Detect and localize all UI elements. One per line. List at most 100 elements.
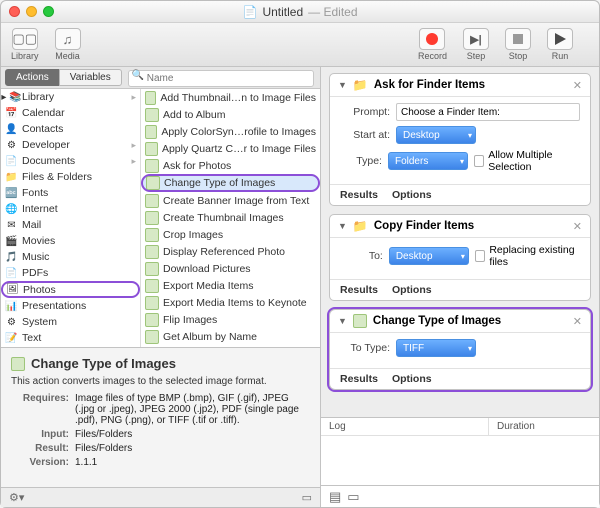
log-column-header[interactable]: Log bbox=[321, 418, 489, 435]
to-type-select[interactable]: TIFF▾ bbox=[396, 339, 476, 357]
category-item[interactable]: 📊Presentations bbox=[1, 298, 140, 314]
action-icon bbox=[145, 228, 159, 242]
category-icon: 🌐 bbox=[5, 203, 18, 216]
options-tab[interactable]: Options bbox=[392, 373, 432, 385]
to-select[interactable]: Desktop▾ bbox=[389, 247, 469, 265]
close-icon[interactable]: ✕ bbox=[573, 220, 582, 233]
hide-preview-button[interactable]: ▭ bbox=[302, 491, 312, 504]
category-icon: 📄 bbox=[5, 267, 18, 280]
finder-icon: 📁 bbox=[353, 78, 368, 92]
close-icon[interactable]: ✕ bbox=[573, 315, 582, 328]
category-item[interactable]: 📄PDFs bbox=[1, 265, 140, 281]
disclosure-icon[interactable]: ▼ bbox=[338, 80, 347, 90]
close-icon[interactable]: ✕ bbox=[573, 79, 582, 92]
chevron-right-icon: ▸ bbox=[131, 140, 136, 151]
run-button[interactable]: Run bbox=[547, 28, 573, 61]
step-button[interactable]: ▶| Step bbox=[463, 28, 489, 61]
view-mode-button-2[interactable]: ▭ bbox=[347, 489, 359, 505]
category-item[interactable]: 📅Calendar bbox=[1, 105, 140, 121]
gear-menu[interactable]: ⚙︎▾ bbox=[9, 491, 24, 504]
action-item[interactable]: Create Banner Image from Text bbox=[141, 192, 320, 209]
category-icon: ▸ 📚 bbox=[5, 91, 18, 104]
chevron-down-icon: ▾ bbox=[468, 344, 472, 353]
action-item[interactable]: Crop Images bbox=[141, 226, 320, 243]
results-tab[interactable]: Results bbox=[340, 189, 378, 201]
duration-column-header[interactable]: Duration bbox=[489, 418, 599, 435]
document-icon: 📄 bbox=[243, 5, 258, 19]
preview-action-icon bbox=[353, 314, 367, 328]
search-input[interactable] bbox=[128, 70, 314, 87]
preview-title: Change Type of Images bbox=[31, 356, 176, 371]
results-tab[interactable]: Results bbox=[340, 284, 378, 296]
action-item[interactable]: Export Media Items bbox=[141, 277, 320, 294]
action-item[interactable]: Create Thumbnail Images bbox=[141, 209, 320, 226]
category-item[interactable]: 🖼Photos bbox=[1, 281, 140, 298]
action-icon bbox=[145, 125, 157, 139]
options-tab[interactable]: Options bbox=[392, 189, 432, 201]
library-button[interactable]: ▢▢ Library bbox=[11, 28, 39, 61]
action-icon bbox=[145, 245, 159, 259]
category-item[interactable]: ⚙︎System bbox=[1, 314, 140, 330]
category-item[interactable]: 🔤Fonts bbox=[1, 185, 140, 201]
action-item[interactable]: Change Type of Images bbox=[141, 174, 320, 192]
disclosure-icon[interactable]: ▼ bbox=[338, 316, 347, 326]
replace-checkbox[interactable]: Replacing existing files bbox=[475, 244, 580, 268]
action-icon bbox=[145, 142, 158, 156]
category-item[interactable]: 📝Text bbox=[1, 330, 140, 346]
action-item[interactable]: Apply ColorSyn…rofile to Images bbox=[141, 123, 320, 140]
record-button[interactable]: Record bbox=[418, 28, 447, 61]
category-item[interactable]: 👤Contacts bbox=[1, 121, 140, 137]
tab-variables[interactable]: Variables bbox=[59, 69, 122, 86]
options-tab[interactable]: Options bbox=[392, 284, 432, 296]
action-item[interactable]: Apply Quartz C…r to Image Files bbox=[141, 140, 320, 157]
stop-button[interactable]: Stop bbox=[505, 28, 531, 61]
category-item[interactable]: ⚙︎Developer▸ bbox=[1, 137, 140, 153]
action-item[interactable]: Get Album by Name bbox=[141, 328, 320, 345]
view-mode-button-1[interactable]: ▤ bbox=[329, 489, 341, 505]
chevron-down-icon: ▾ bbox=[461, 252, 465, 261]
action-item[interactable]: Flip Images bbox=[141, 311, 320, 328]
category-icon: 📄 bbox=[5, 155, 18, 168]
media-button[interactable]: ♫ Media bbox=[55, 28, 81, 61]
action-list[interactable]: Add Thumbnail…n to Image FilesAdd to Alb… bbox=[141, 89, 320, 347]
category-icon: ✉︎ bbox=[5, 219, 18, 232]
action-item[interactable]: Add Thumbnail…n to Image Files bbox=[141, 89, 320, 106]
category-item[interactable]: 📁Files & Folders bbox=[1, 169, 140, 185]
category-icon: 📁 bbox=[5, 171, 18, 184]
action-item[interactable]: Download Pictures bbox=[141, 260, 320, 277]
preview-result: Files/Folders bbox=[75, 443, 310, 454]
type-select[interactable]: Folders▾ bbox=[388, 152, 468, 170]
disclosure-icon[interactable]: ▼ bbox=[338, 221, 347, 231]
action-icon bbox=[145, 330, 159, 344]
window-title: Untitled bbox=[262, 5, 303, 19]
card-change-type-images[interactable]: ▼Change Type of Images✕ To Type:TIFF▾ Re… bbox=[329, 309, 591, 390]
category-item[interactable]: 🌐Internet bbox=[1, 201, 140, 217]
results-tab[interactable]: Results bbox=[340, 373, 378, 385]
preview-requires: Image files of type BMP (.bmp), GIF (.gi… bbox=[75, 393, 310, 426]
action-item[interactable]: Export Media Items to Keynote bbox=[141, 294, 320, 311]
action-item[interactable]: Display Referenced Photo bbox=[141, 243, 320, 260]
preview-version: 1.1.1 bbox=[75, 457, 310, 468]
category-item[interactable]: ✉︎Mail bbox=[1, 217, 140, 233]
action-item[interactable]: Add to Album bbox=[141, 106, 320, 123]
prompt-input[interactable] bbox=[396, 103, 580, 121]
category-icon: ⚙︎ bbox=[5, 316, 18, 329]
card-ask-finder-items[interactable]: ▼📁Ask for Finder Items✕ Prompt: Start at… bbox=[329, 73, 591, 206]
action-item[interactable]: Ask for Photos bbox=[141, 157, 320, 174]
card-copy-finder-items[interactable]: ▼📁Copy Finder Items✕ To:Desktop▾Replacin… bbox=[329, 214, 591, 301]
start-at-select[interactable]: Desktop▾ bbox=[396, 126, 476, 144]
step-icon: ▶| bbox=[463, 28, 489, 50]
chevron-down-icon: ▾ bbox=[460, 157, 464, 166]
chevron-down-icon: ▾ bbox=[468, 131, 472, 140]
category-item[interactable]: 🎬Movies bbox=[1, 233, 140, 249]
category-item[interactable]: 🎵Music bbox=[1, 249, 140, 265]
allow-multiple-checkbox[interactable]: Allow Multiple Selection bbox=[474, 149, 580, 173]
category-item[interactable]: ▸ 📚Library▸ bbox=[1, 89, 140, 105]
category-list[interactable]: ▸ 📚Library▸📅Calendar👤Contacts⚙︎Developer… bbox=[1, 89, 141, 347]
search-icon: 🔍 bbox=[132, 70, 144, 81]
category-item[interactable]: 📄Documents▸ bbox=[1, 153, 140, 169]
tab-actions[interactable]: Actions bbox=[5, 69, 60, 86]
action-preview: Change Type of Images This action conver… bbox=[1, 347, 320, 487]
toolbar: ▢▢ Library ♫ Media Record ▶| Step Stop R… bbox=[1, 23, 599, 67]
workflow-area[interactable]: ▼📁Ask for Finder Items✕ Prompt: Start at… bbox=[321, 67, 599, 417]
